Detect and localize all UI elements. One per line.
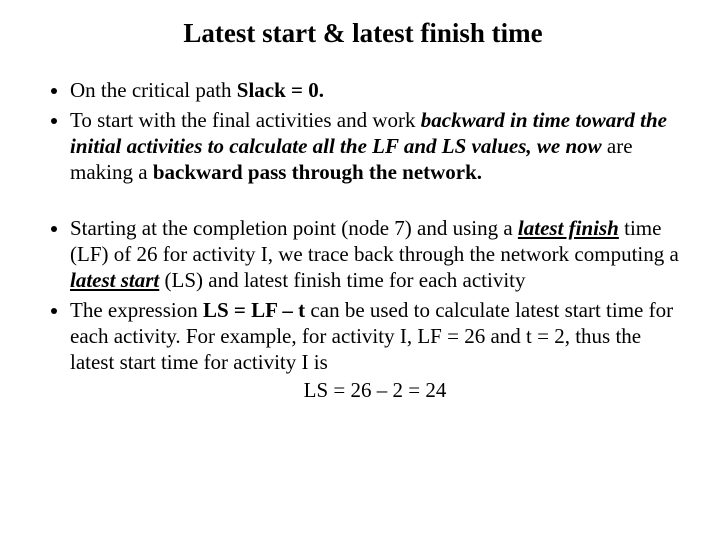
formula: LS = 26 – 2 = 24 bbox=[70, 377, 680, 403]
text: (LS) and latest finish time for each act… bbox=[159, 268, 525, 292]
bullet-group-1: On the critical path Slack = 0. To start… bbox=[46, 77, 680, 185]
text-underline: latest start bbox=[70, 268, 159, 292]
bullet-1: On the critical path Slack = 0. bbox=[70, 77, 680, 103]
text-bold: LS = LF – t bbox=[203, 298, 305, 322]
text-bold: backward pass through the network. bbox=[153, 160, 482, 184]
bullet-4: The expression LS = LF – t can be used t… bbox=[70, 297, 680, 403]
text: To start with the final activities and w… bbox=[70, 108, 421, 132]
bullet-group-2: Starting at the completion point (node 7… bbox=[46, 215, 680, 403]
slide-title: Latest start & latest finish time bbox=[46, 18, 680, 49]
text: On the critical path bbox=[70, 78, 237, 102]
slide: Latest start & latest finish time On the… bbox=[0, 0, 720, 540]
text: Starting at the completion point (node 7… bbox=[70, 216, 518, 240]
bullet-2: To start with the final activities and w… bbox=[70, 107, 680, 185]
text-underline: latest finish bbox=[518, 216, 619, 240]
bullet-3: Starting at the completion point (node 7… bbox=[70, 215, 680, 293]
text: The expression bbox=[70, 298, 203, 322]
text-bold: Slack = 0. bbox=[237, 78, 324, 102]
